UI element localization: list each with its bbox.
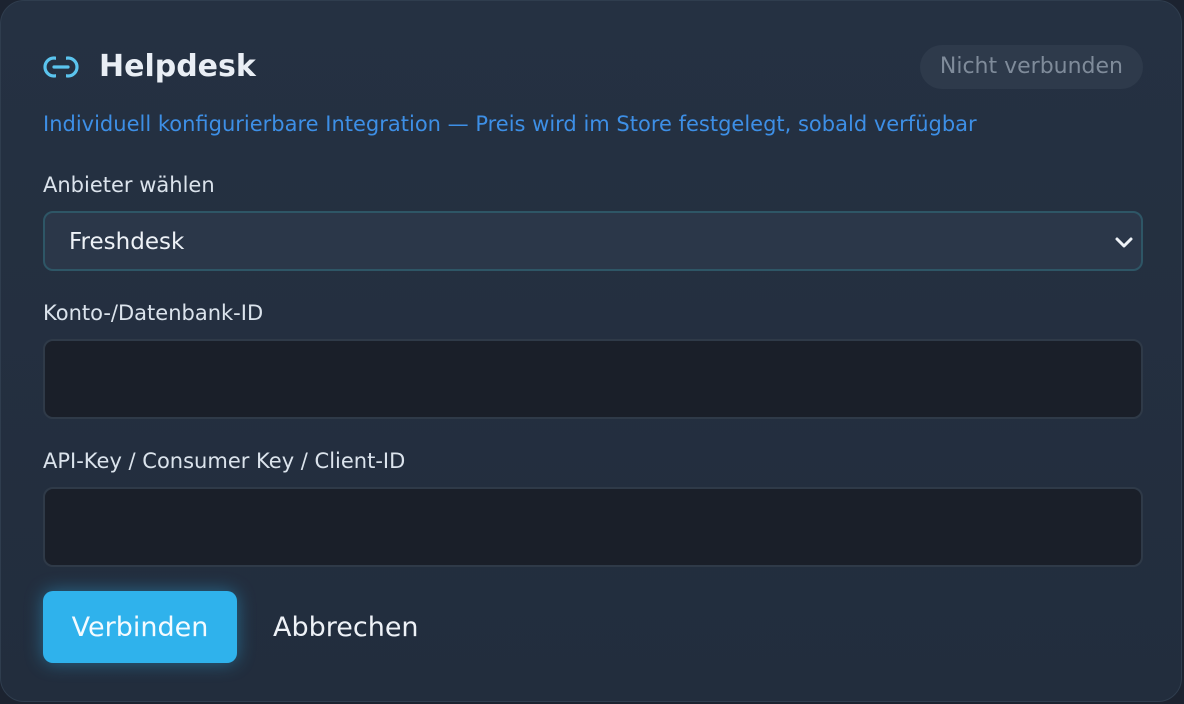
account-id-label: Konto-/Datenbank-ID: [43, 301, 264, 325]
page-title: Helpdesk: [99, 49, 256, 84]
card-header: Helpdesk Nicht verbunden: [43, 45, 1143, 89]
provider-label: Anbieter wählen: [43, 173, 215, 197]
provider-select-value: Freshdesk: [69, 229, 185, 255]
link-icon: [43, 54, 79, 80]
cancel-button[interactable]: Abbrechen: [255, 591, 437, 663]
account-id-input[interactable]: [43, 339, 1143, 419]
provider-select[interactable]: Freshdesk: [43, 211, 1143, 271]
integration-description: Individuell konfigurierbare Integration …: [43, 112, 977, 136]
connect-button[interactable]: Verbinden: [43, 591, 237, 663]
status-badge: Nicht verbunden: [919, 45, 1143, 89]
api-key-label: API-Key / Consumer Key / Client-ID: [43, 449, 406, 473]
api-key-input[interactable]: [43, 487, 1143, 567]
integration-card: Helpdesk Nicht verbunden Individuell kon…: [0, 0, 1182, 702]
connect-button-label: Verbinden: [71, 611, 209, 643]
chevron-down-icon: [1113, 231, 1135, 253]
